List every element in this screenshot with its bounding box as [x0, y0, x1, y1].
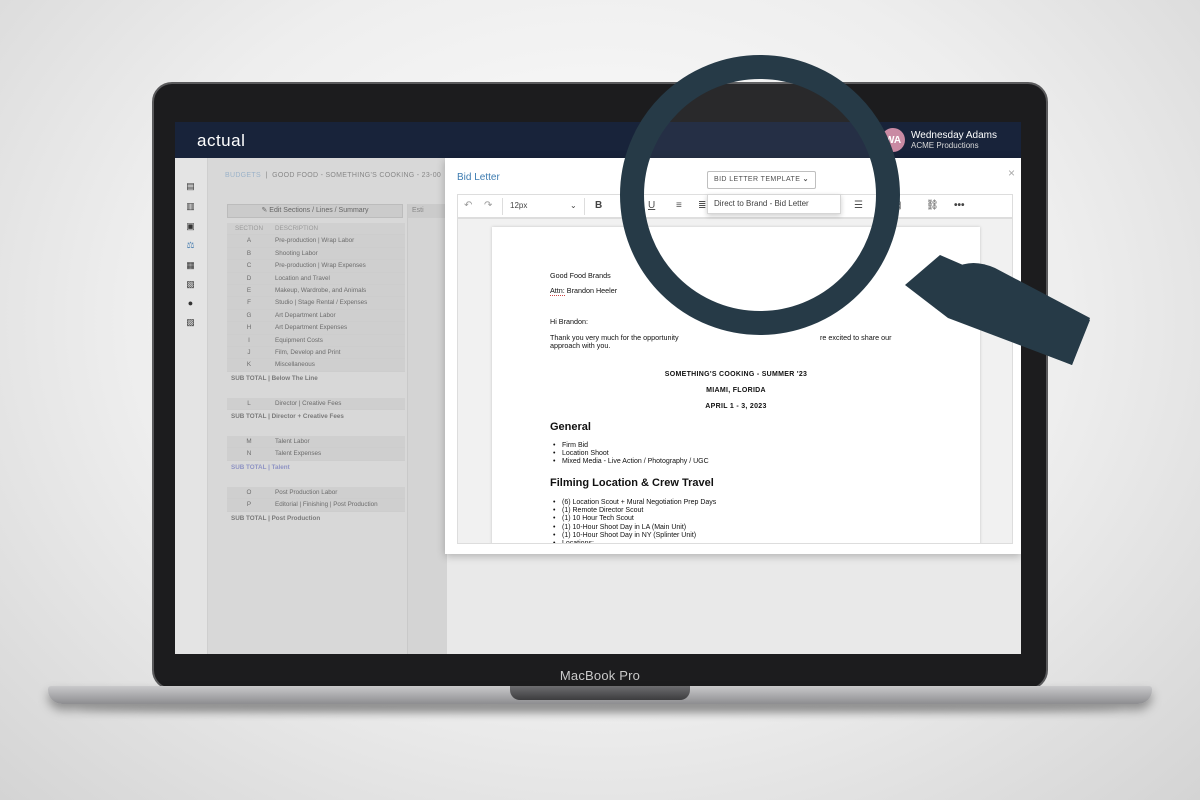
magnifier-handle	[935, 263, 1090, 365]
magnifier-overlay	[620, 55, 1090, 365]
magnifier-icon	[620, 55, 1090, 365]
magnifier-lens	[620, 55, 900, 335]
